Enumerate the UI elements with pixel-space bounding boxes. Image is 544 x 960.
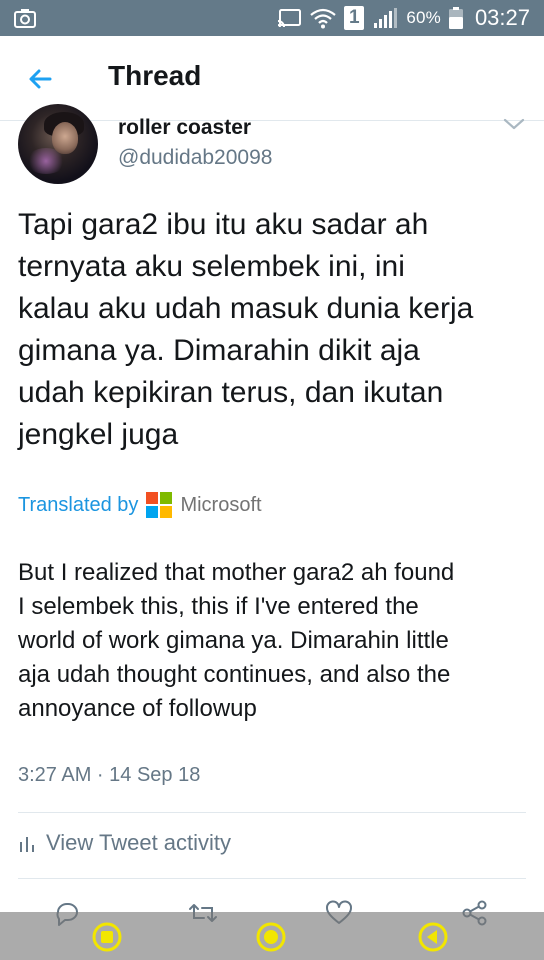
tweet-text: Tapi gara2 ibu itu aku sadar ah ternyata… — [18, 204, 528, 456]
translated-text-line: I selembek this, this if I've entered th… — [18, 593, 419, 620]
status-bar: 1 60% 03:27 — [0, 0, 544, 36]
divider — [18, 878, 526, 879]
display-name[interactable]: roller coaster — [118, 116, 251, 140]
translated-text-line: world of work gimana ya. Dimarahin littl… — [18, 627, 449, 654]
tweet-text-line: ternyata aku selembek ini, ini — [18, 250, 405, 283]
system-nav-bar — [0, 912, 544, 960]
translated-text-line: aja udah thought continues, and also the — [18, 661, 451, 688]
chevron-down-icon[interactable] — [502, 116, 526, 132]
tweet-text-line: gimana ya. Dimarahin dikit aja — [18, 334, 420, 367]
translation-attribution[interactable]: Translated by Microsoft — [18, 492, 262, 518]
screenshot-icon — [14, 9, 36, 28]
recent-apps-button-icon[interactable] — [92, 922, 122, 952]
user-handle[interactable]: @dudidab20098 — [118, 146, 272, 170]
tweet-text-line: jengkel juga — [18, 418, 179, 451]
translated-text-line: But I realized that mother gara2 ah foun… — [18, 559, 455, 586]
page-title: Thread — [108, 60, 202, 91]
translated-text: But I realized that mother gara2 ah foun… — [18, 556, 528, 726]
microsoft-logo-icon — [146, 492, 173, 518]
thread-header: Thread — [0, 36, 544, 121]
tweet-text-line: udah kepikiran terus, dan ikutan — [18, 376, 444, 409]
translated-text-line: annoyance of followup — [18, 695, 257, 722]
bar-chart-icon — [20, 837, 34, 852]
view-tweet-activity-link[interactable]: View Tweet activity — [18, 830, 231, 856]
tweet-text-line: Tapi gara2 ibu itu aku sadar ah — [18, 208, 429, 241]
battery-percent: 60% — [406, 8, 441, 27]
battery-icon — [448, 7, 463, 29]
tweet-timestamp: 3:27 AM · 14 Sep 18 — [18, 764, 201, 786]
translator-brand: Microsoft — [180, 493, 262, 516]
sim-slot-icon: 1 — [344, 6, 365, 30]
signal-icon — [374, 8, 398, 28]
tweet-text-line: kalau aku udah masuk dunia kerja — [18, 292, 474, 325]
back-button-icon[interactable] — [418, 922, 448, 952]
divider — [18, 812, 526, 813]
avatar[interactable] — [18, 104, 98, 184]
view-tweet-activity-label: View Tweet activity — [46, 830, 232, 855]
home-button-icon[interactable] — [256, 922, 286, 952]
cast-icon — [278, 9, 302, 28]
translated-by-label[interactable]: Translated by — [18, 494, 138, 517]
back-arrow-icon[interactable] — [20, 62, 64, 96]
status-time: 03:27 — [474, 5, 530, 30]
wifi-icon — [310, 8, 337, 29]
